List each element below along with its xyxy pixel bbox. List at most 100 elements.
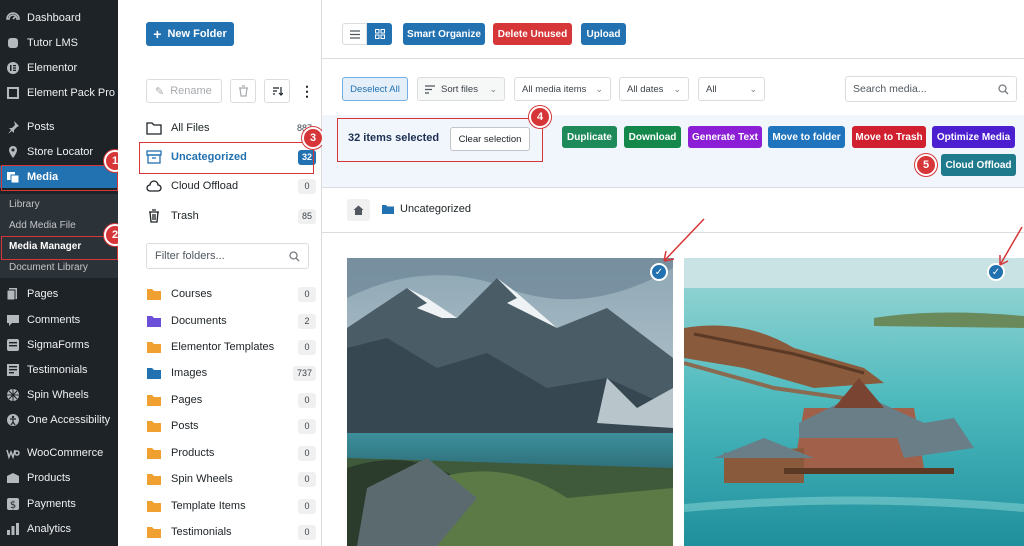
date-select[interactable]: All dates ⌄ bbox=[619, 77, 689, 101]
folder-item[interactable]: Spin Wheels 0 bbox=[146, 468, 316, 490]
menu-products[interactable]: Products bbox=[0, 467, 118, 489]
folder-cloud-offload[interactable]: Cloud Offload 0 bbox=[146, 175, 316, 197]
menu-dashboard[interactable]: Dashboard bbox=[0, 7, 118, 29]
menu-sigmaforms[interactable]: SigmaForms bbox=[0, 334, 118, 356]
menu-posts[interactable]: Posts bbox=[0, 116, 118, 138]
bulk-action-button[interactable]: Move to Trash bbox=[852, 126, 926, 148]
media-type-select[interactable]: All media items ⌄ bbox=[514, 77, 611, 101]
folder-label: Pages bbox=[171, 394, 203, 406]
menu-store-locator[interactable]: Store Locator bbox=[0, 141, 118, 163]
menu-tutor-lms[interactable]: Tutor LMS bbox=[0, 32, 118, 54]
archive-icon bbox=[146, 150, 162, 164]
accessibility-icon bbox=[6, 413, 20, 427]
media-thumbnail-resort[interactable]: ✓ bbox=[684, 258, 1024, 546]
rename-button[interactable]: ✎ Rename bbox=[146, 79, 222, 103]
delete-unused-button[interactable]: Delete Unused bbox=[493, 23, 572, 45]
menu-analytics[interactable]: Analytics bbox=[0, 518, 118, 540]
folder-count: 0 bbox=[298, 392, 316, 408]
submenu-add-media-file[interactable]: Add Media File bbox=[0, 215, 118, 236]
bulk-action-button[interactable]: Download bbox=[624, 126, 681, 148]
folder-item[interactable]: Posts 0 bbox=[146, 415, 316, 437]
comments-icon bbox=[6, 313, 20, 327]
dashboard-icon bbox=[6, 11, 20, 25]
deselect-all-button[interactable]: Deselect All bbox=[342, 77, 408, 101]
chevron-down-icon: ⌄ bbox=[749, 83, 757, 94]
tutor-icon bbox=[6, 36, 20, 50]
select-value: All media items bbox=[522, 83, 587, 95]
submenu-document-library[interactable]: Document Library bbox=[0, 257, 118, 278]
folder-item[interactable]: Testimonials 0 bbox=[146, 521, 316, 543]
menu-label: Payments bbox=[27, 498, 76, 510]
search-icon bbox=[998, 83, 1009, 94]
folder-all-files[interactable]: All Files 887 bbox=[146, 117, 316, 139]
folder-uncategorized[interactable]: Uncategorized 32 bbox=[146, 146, 316, 168]
folder-icon bbox=[147, 368, 161, 379]
woocommerce-icon bbox=[6, 446, 20, 460]
all-select[interactable]: All ⌄ bbox=[698, 77, 765, 101]
step-badge-3: 3 bbox=[302, 127, 324, 149]
chevron-down-icon: ⌄ bbox=[673, 83, 681, 94]
menu-media[interactable]: Media bbox=[0, 166, 118, 188]
filter-folders-input[interactable]: Filter folders... bbox=[146, 243, 309, 269]
folder-count: 0 bbox=[298, 418, 316, 434]
grid-icon bbox=[374, 29, 385, 39]
bulk-action-button[interactable]: Optimize Media bbox=[932, 126, 1015, 148]
folder-item[interactable]: Products 0 bbox=[146, 442, 316, 464]
smart-organize-button[interactable]: Smart Organize bbox=[403, 23, 485, 45]
menu-element-pack-pro[interactable]: Element Pack Pro bbox=[0, 82, 118, 104]
grid-view-button[interactable] bbox=[367, 23, 392, 45]
submenu-media-manager[interactable]: Media Manager bbox=[0, 236, 118, 257]
menu-one-accessibility[interactable]: One Accessibility bbox=[0, 409, 118, 431]
clear-selection-button[interactable]: Clear selection bbox=[450, 127, 530, 151]
menu-elementor[interactable]: Elementor bbox=[0, 57, 118, 79]
location-icon bbox=[6, 145, 20, 159]
elementor-icon bbox=[6, 61, 20, 75]
menu-testimonials[interactable]: Testimonials bbox=[0, 359, 118, 381]
cloud-offload-button[interactable]: Cloud Offload bbox=[941, 154, 1016, 176]
menu-woocommerce[interactable]: WooCommerce bbox=[0, 442, 118, 464]
bulk-action-button[interactable]: Move to folder bbox=[768, 126, 845, 148]
testimonials-icon bbox=[6, 363, 20, 377]
folder-trash[interactable]: Trash 85 bbox=[146, 205, 316, 227]
list-view-button[interactable] bbox=[342, 23, 367, 45]
folder-count: 2 bbox=[298, 313, 316, 329]
menu-comments[interactable]: Comments bbox=[0, 309, 118, 331]
plus-icon: + bbox=[153, 26, 162, 42]
menu-payments[interactable]: $ Payments bbox=[0, 493, 118, 515]
folder-label: Posts bbox=[171, 420, 199, 432]
trash-icon bbox=[238, 85, 248, 97]
bulk-action-button[interactable]: Duplicate bbox=[562, 126, 617, 148]
bulk-action-button[interactable]: Generate Text bbox=[688, 126, 762, 148]
kebab-icon: ⋮ bbox=[300, 82, 314, 99]
menu-label: One Accessibility bbox=[27, 414, 111, 426]
folder-count: 32 bbox=[297, 149, 316, 165]
media-thumbnail-mountain[interactable]: ✓ bbox=[347, 258, 673, 546]
rename-label: Rename bbox=[170, 85, 212, 97]
search-media-input[interactable]: Search media... bbox=[845, 76, 1017, 102]
folder-item[interactable]: Images 737 bbox=[146, 362, 316, 384]
folder-item[interactable]: Courses 0 bbox=[146, 283, 316, 305]
sort-folders-button[interactable] bbox=[264, 79, 290, 103]
breadcrumb-current[interactable]: Uncategorized bbox=[400, 203, 471, 215]
menu-pages[interactable]: Pages bbox=[0, 283, 118, 305]
upload-button[interactable]: Upload bbox=[581, 23, 626, 45]
divider bbox=[322, 58, 1024, 59]
search-icon bbox=[289, 250, 300, 261]
delete-folder-button[interactable] bbox=[230, 79, 256, 103]
folder-item[interactable]: Pages 0 bbox=[146, 389, 316, 411]
more-options-button[interactable]: ⋮ bbox=[296, 79, 318, 103]
selection-count: 32 items selected bbox=[348, 132, 440, 144]
menu-label: WooCommerce bbox=[27, 447, 104, 459]
folder-count: 0 bbox=[298, 339, 316, 355]
submenu-library[interactable]: Library bbox=[0, 194, 118, 215]
folder-item[interactable]: Documents 2 bbox=[146, 310, 316, 332]
menu-spin-wheels[interactable]: Spin Wheels bbox=[0, 384, 118, 406]
new-folder-button[interactable]: + New Folder bbox=[146, 22, 234, 46]
folder-item[interactable]: Template Items 0 bbox=[146, 495, 316, 517]
sort-files-button[interactable]: Sort files ⌄ bbox=[417, 77, 505, 101]
menu-label: Products bbox=[27, 472, 71, 484]
home-button[interactable] bbox=[347, 199, 370, 221]
filter-placeholder: Filter folders... bbox=[155, 250, 225, 262]
select-value: All dates bbox=[627, 83, 664, 95]
folder-item[interactable]: Elementor Templates 0 bbox=[146, 336, 316, 358]
